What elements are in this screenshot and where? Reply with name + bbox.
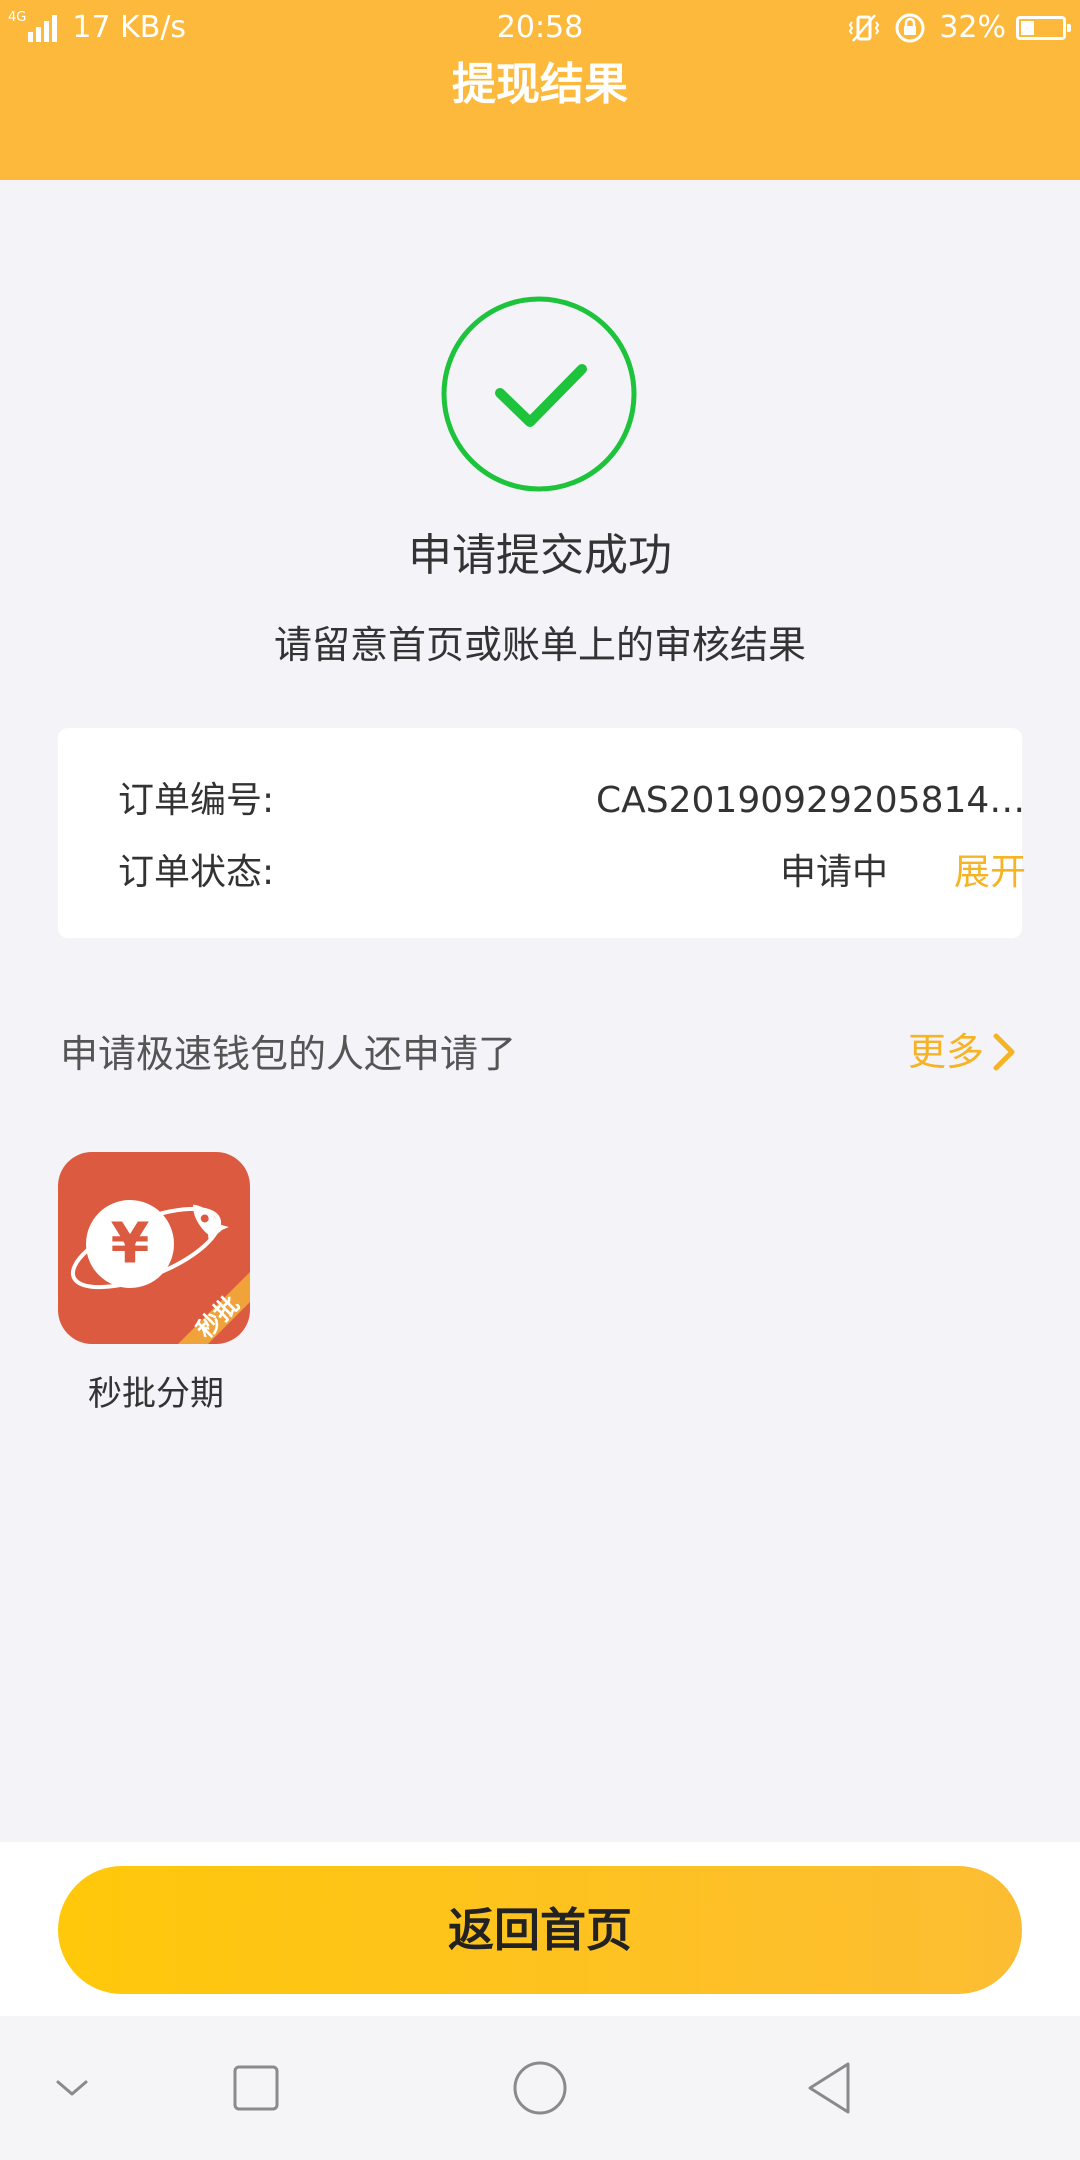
triangle-back-icon[interactable] bbox=[800, 2058, 860, 2118]
circle-home-icon[interactable] bbox=[510, 2058, 570, 2118]
order-status-row: 订单状态: 申请中 展开 bbox=[118, 845, 1026, 901]
page-title: 提现结果 bbox=[452, 59, 628, 110]
recommended-app[interactable]: ¥ 秒批 秒批分期 bbox=[58, 1152, 254, 1416]
success-check-icon bbox=[441, 296, 637, 492]
success-title: 申请提交成功 bbox=[408, 530, 672, 581]
expand-link[interactable]: 展开 bbox=[954, 845, 1026, 901]
order-number-row: 订单编号: CAS2019092920581466 bbox=[118, 773, 1026, 829]
app-name: 秒批分期 bbox=[88, 1374, 224, 1414]
order-status-value: 申请中 bbox=[779, 852, 888, 893]
battery-fill bbox=[1021, 21, 1034, 35]
vibrate-icon bbox=[849, 14, 880, 42]
recommend-title: 申请极速钱包的人还申请了 bbox=[60, 1032, 517, 1076]
battery-percent: 32% bbox=[939, 10, 1006, 45]
order-card: 订单编号: CAS2019092920581466 订单状态: 申请中 展开 bbox=[58, 728, 1026, 938]
system-nav-bar bbox=[0, 2016, 1080, 2160]
square-recents-icon[interactable] bbox=[226, 2058, 286, 2118]
back-home-button[interactable]: 返回首页 bbox=[58, 1866, 1022, 1994]
order-status-label: 订单状态: bbox=[118, 852, 275, 893]
status-right: 32% bbox=[847, 8, 1071, 48]
top-bar: 4G 17 KB/s 20:58 32% 提现结果 bbox=[0, 0, 1080, 180]
order-number-label: 订单编号: bbox=[118, 780, 275, 821]
rotation-lock-icon bbox=[895, 13, 925, 43]
chevron-down-icon[interactable] bbox=[42, 2058, 102, 2118]
chevron-right-icon bbox=[993, 1033, 1015, 1071]
status-bar: 4G 17 KB/s 20:58 32% bbox=[0, 0, 1080, 56]
order-number-value: CAS2019092920581466 bbox=[596, 780, 1026, 821]
yen-rocket-app-icon: ¥ 秒批 bbox=[58, 1152, 250, 1344]
battery-icon bbox=[1016, 16, 1071, 40]
success-subtitle: 请留意首页或账单上的审核结果 bbox=[273, 623, 806, 667]
more-label: 更多 bbox=[907, 1030, 984, 1074]
bottom-action-bar: 返回首页 bbox=[0, 1842, 1080, 2016]
more-link[interactable]: 更多 bbox=[908, 1024, 1018, 1080]
app-icon-symbol: ¥ bbox=[111, 1212, 150, 1277]
